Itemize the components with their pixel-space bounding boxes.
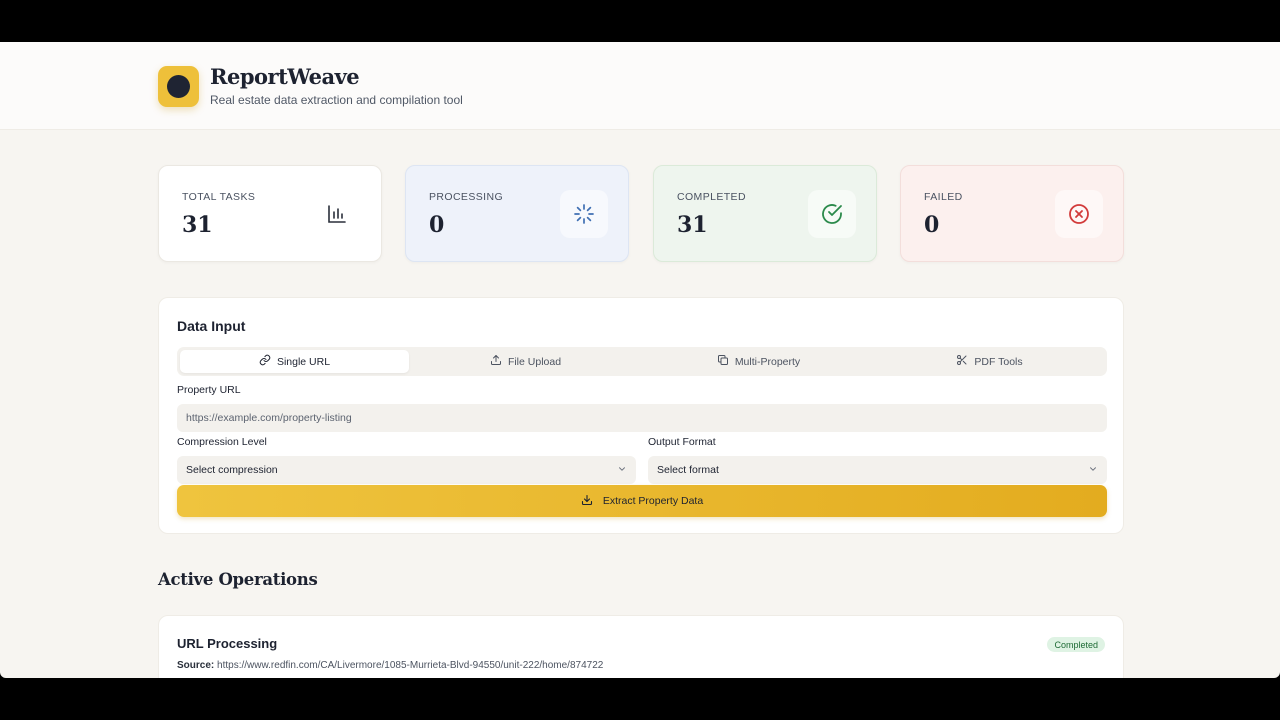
stat-label: FAILED [924,191,963,203]
download-icon [581,494,593,509]
tab-label: Single URL [276,355,331,368]
tab-single-url[interactable]: Single URL [180,350,409,373]
extract-property-data-button[interactable]: Extract Property Data [177,485,1107,517]
compression-level-select[interactable]: Select compression [177,456,636,484]
app-viewport: ReportWeave Real estate data extraction … [0,42,1280,678]
stat-value: 31 [677,212,708,238]
property-url-label: Property URL [177,384,241,396]
copy-icon [717,354,729,369]
tab-label: File Upload [507,355,562,368]
link-icon [259,354,271,369]
input-mode-tabs: Single URL File Upload Multi-Property PD… [177,347,1107,376]
upload-icon [490,354,502,369]
property-url-input[interactable]: https://example.com/property-listing [177,404,1107,432]
chevron-down-icon [1088,464,1098,477]
status-badge: Completed [1047,637,1105,652]
extract-button-label: Extract Property Data [602,495,704,507]
check-circle-icon [808,190,856,238]
bar-chart-icon [313,190,361,238]
stat-label: COMPLETED [677,191,746,203]
source-url: https://www.redfin.com/CA/Livermore/1085… [217,660,604,671]
compression-level-value: Select compression [186,464,278,476]
app-subtitle: Real estate data extraction and compilat… [210,93,463,107]
app-logo [158,66,199,107]
app-title: ReportWeave [210,64,360,89]
output-format-value: Select format [657,464,719,476]
scissors-icon [956,354,968,369]
chevron-down-icon [617,464,627,477]
logo-dot [167,75,190,98]
active-operations-title: Active Operations [158,570,318,589]
tab-pdf-tools[interactable]: PDF Tools [875,350,1104,373]
source-label: Source: [177,660,215,671]
spinner-icon [560,190,608,238]
stat-label: TOTAL TASKS [182,191,256,203]
operation-title: URL Processing [177,636,278,651]
stat-value: 31 [182,212,213,238]
tab-label: Multi-Property [734,355,801,368]
app-header: ReportWeave Real estate data extraction … [0,42,1280,130]
output-format-select[interactable]: Select format [648,456,1107,484]
stat-label: PROCESSING [429,191,504,203]
data-input-title: Data Input [177,318,246,334]
x-circle-icon [1055,190,1103,238]
tab-multi-property[interactable]: Multi-Property [642,350,875,373]
operation-source: Source: https://www.redfin.com/CA/Liverm… [177,660,603,671]
stat-card-processing: PROCESSING 0 [405,165,629,262]
data-input-card: Data Input Single URL File Upload Multi-… [158,297,1124,534]
output-format-label: Output Format [648,436,716,448]
stat-card-total-tasks: TOTAL TASKS 31 [158,165,382,262]
tab-label: PDF Tools [974,355,1023,368]
stat-card-completed: COMPLETED 31 [653,165,877,262]
stat-card-failed: FAILED 0 [900,165,1124,262]
compression-level-label: Compression Level [177,436,267,448]
tab-file-upload[interactable]: File Upload [409,350,642,373]
stat-value: 0 [924,212,940,238]
operation-card: URL Processing Completed Source: https:/… [158,615,1124,678]
stat-value: 0 [429,212,445,238]
